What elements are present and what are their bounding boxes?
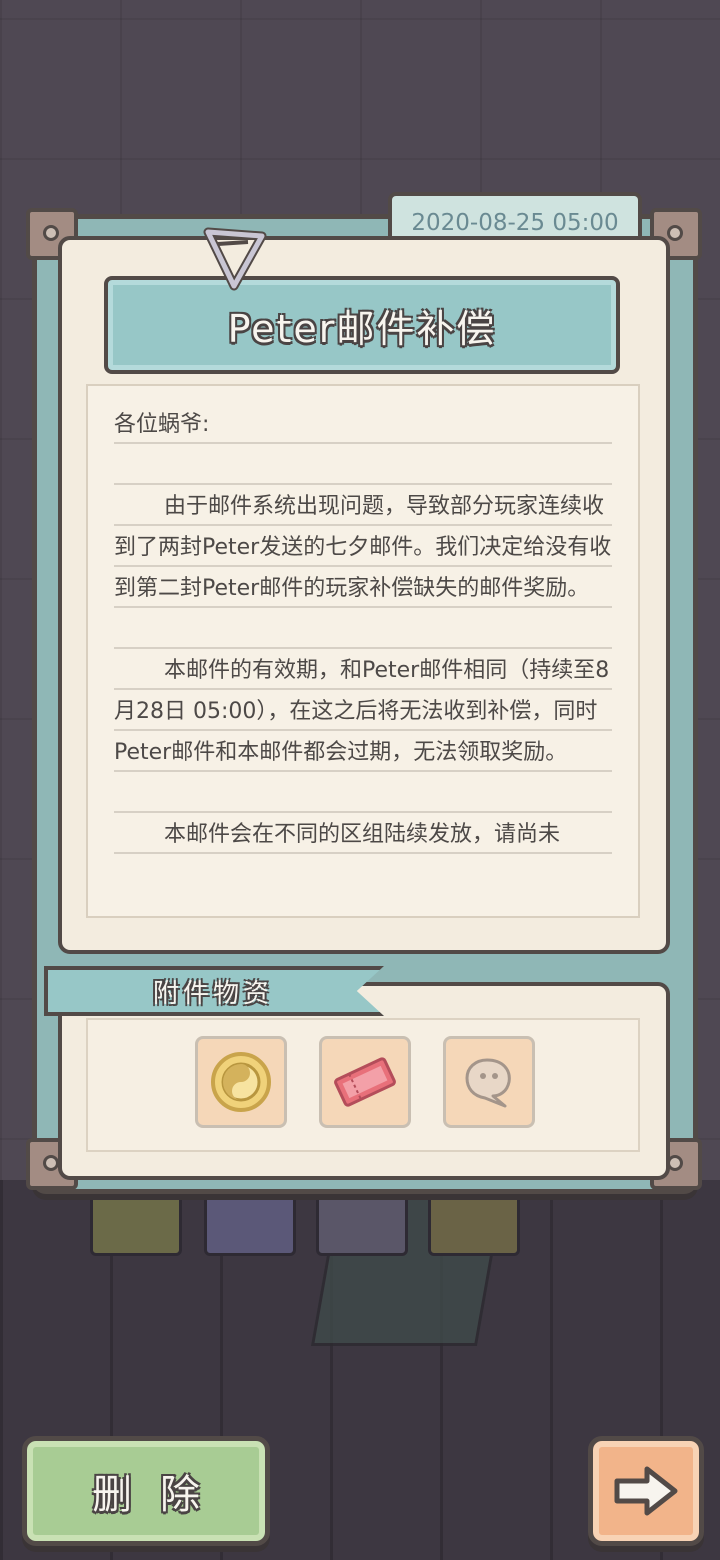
delete-button-label: 删除 — [92, 1472, 228, 1518]
mail-paragraph: 由于邮件系统出现问题，导致部分玩家连续收到了两封Peter发送的七夕邮件。我们决… — [114, 494, 612, 601]
background-tile — [316, 1190, 408, 1256]
mail-title: Peter邮件补偿 — [227, 306, 497, 351]
background-tile — [90, 1190, 182, 1256]
delete-button[interactable]: 删除 — [22, 1436, 270, 1546]
mail-greeting: 各位蜗爷: — [114, 412, 210, 437]
arrow-right-icon — [614, 1466, 678, 1516]
background-tile — [428, 1190, 520, 1256]
background-tile — [204, 1190, 296, 1256]
mail-paragraph: 本邮件会在不同的区组陆续发放，请尚未 — [164, 822, 561, 847]
mail-body[interactable]: 各位蜗爷: 由于邮件系统出现问题，导致部分玩家连续收到了两封Peter发送的七夕… — [86, 384, 640, 918]
ticket-icon — [334, 1057, 396, 1107]
mail-title-banner: Peter邮件补偿 — [104, 276, 620, 374]
next-button[interactable] — [588, 1436, 704, 1546]
speech-bubble-icon — [465, 1058, 511, 1108]
paper-clip-icon — [203, 227, 267, 291]
yin-yang-coin-icon — [211, 1052, 271, 1112]
attachment-item[interactable] — [319, 1036, 411, 1128]
attachments-ribbon: 附件物资 — [44, 966, 384, 1016]
attachment-item[interactable] — [443, 1036, 535, 1128]
attachment-item[interactable] — [195, 1036, 287, 1128]
mail-paragraph: 本邮件的有效期，和Peter邮件相同（持续至8月28日 05:00），在这之后将… — [114, 658, 610, 765]
attachments-label: 附件物资 — [153, 978, 274, 1009]
